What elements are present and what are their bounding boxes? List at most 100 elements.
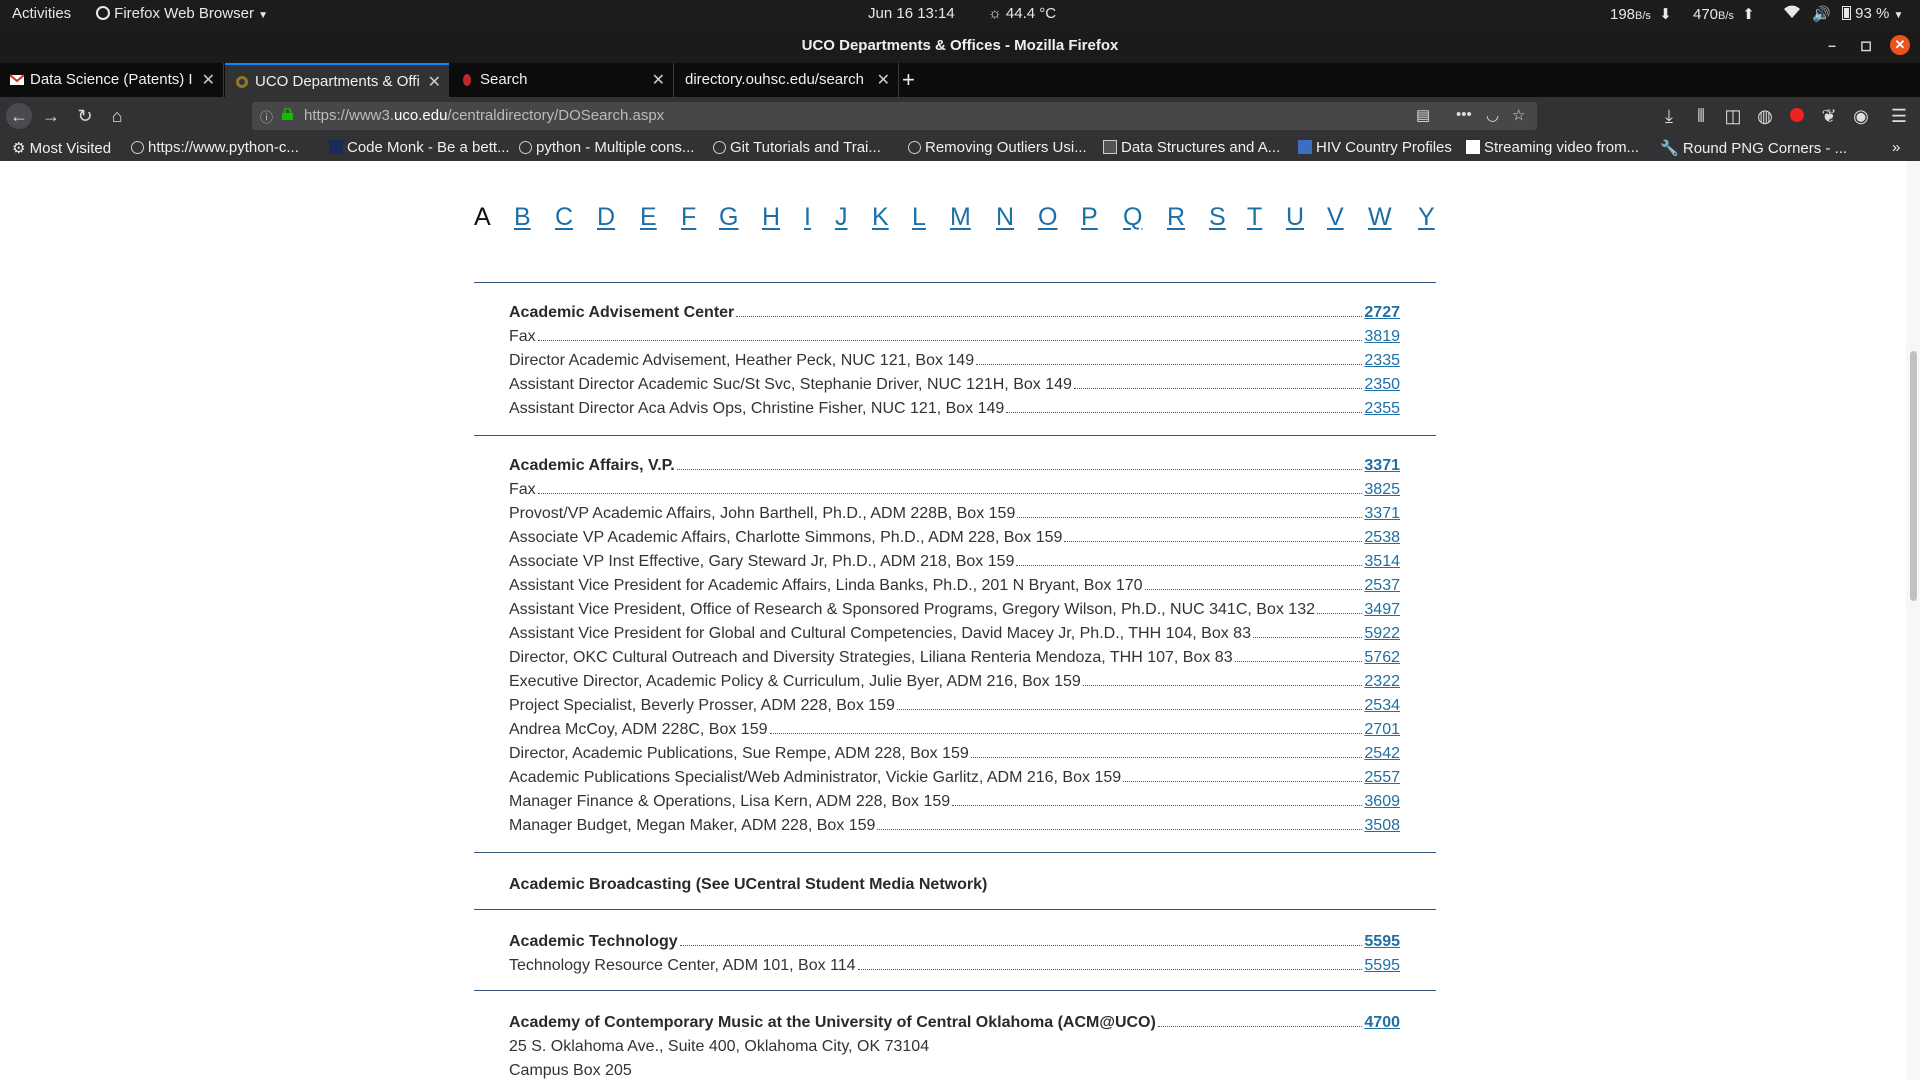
wifi-icon[interactable] xyxy=(1784,5,1800,22)
phone-extension-link[interactable]: 3508 xyxy=(1364,817,1400,835)
alphabet-link-k[interactable]: K xyxy=(872,203,889,232)
bookmark-star-icon[interactable]: ☆ xyxy=(1512,106,1525,124)
temperature-indicator[interactable]: ☼ 44.4 °C xyxy=(988,5,1056,22)
bookmark-item[interactable]: Streaming video from... xyxy=(1466,139,1639,156)
forward-button[interactable]: → xyxy=(38,103,64,129)
alphabet-link-v[interactable]: V xyxy=(1327,203,1344,232)
alphabet-link-y[interactable]: Y xyxy=(1418,203,1435,232)
phone-extension-link[interactable]: 2355 xyxy=(1364,400,1400,418)
alphabet-link-u[interactable]: U xyxy=(1286,203,1304,232)
extension-icon[interactable]: ❦ xyxy=(1816,103,1842,129)
alphabet-link-n[interactable]: N xyxy=(996,203,1014,232)
alphabet-link-g[interactable]: G xyxy=(719,203,738,232)
bookmark-item[interactable]: https://www.python-c... xyxy=(131,139,299,156)
new-tab-button[interactable]: + xyxy=(902,67,915,93)
phone-extension-link[interactable]: 5595 xyxy=(1364,933,1400,951)
close-tab-icon[interactable]: ✕ xyxy=(652,70,665,90)
alphabet-link-b[interactable]: B xyxy=(514,203,531,232)
maximize-button[interactable]: ◻ xyxy=(1856,35,1876,55)
phone-extension-link[interactable]: 5922 xyxy=(1364,625,1400,643)
alphabet-link-j[interactable]: J xyxy=(835,203,848,232)
phone-extension-link[interactable]: 2727 xyxy=(1364,304,1400,322)
more-bookmarks-icon[interactable]: » xyxy=(1892,139,1900,156)
dot-leader xyxy=(877,829,1363,830)
phone-extension-link[interactable]: 5762 xyxy=(1364,649,1400,667)
close-window-button[interactable]: ✕ xyxy=(1890,35,1910,55)
phone-extension-link[interactable]: 2350 xyxy=(1364,376,1400,394)
tab-ouhsc-directory[interactable]: directory.ouhsc.edu/search ✕ xyxy=(675,63,899,97)
globe-icon xyxy=(519,141,532,154)
phone-extension-link[interactable]: 2534 xyxy=(1364,697,1400,715)
globe-extension-icon[interactable]: ◍ xyxy=(1752,103,1778,129)
tab-uco-departments[interactable]: UCO Departments & Offi ✕ xyxy=(225,63,449,97)
phone-extension-link[interactable]: 3497 xyxy=(1364,601,1400,619)
bookmark-item[interactable]: HIV Country Profiles xyxy=(1298,139,1452,156)
bookmark-item[interactable]: Data Structures and A... xyxy=(1103,139,1280,156)
bookmark-item[interactable]: Git Tutorials and Trai... xyxy=(713,139,881,156)
bookmark-item[interactable]: Code Monk - Be a bett... xyxy=(329,139,510,156)
minimize-button[interactable]: – xyxy=(1822,35,1842,55)
library-icon[interactable]: ⫴ xyxy=(1688,103,1714,129)
alphabet-link-c[interactable]: C xyxy=(555,203,573,232)
pocket-icon[interactable]: ◡ xyxy=(1486,106,1499,124)
phone-extension-link[interactable]: 3514 xyxy=(1364,553,1400,571)
alphabet-link-p[interactable]: P xyxy=(1081,203,1098,232)
sidebar-icon[interactable]: ◫ xyxy=(1720,103,1746,129)
bookmark-item[interactable]: 🔧 Round PNG Corners - ... xyxy=(1660,139,1847,157)
close-tab-icon[interactable]: ✕ xyxy=(202,70,215,90)
page-scrollbar[interactable] xyxy=(1906,161,1920,1080)
alphabet-link-h[interactable]: H xyxy=(762,203,780,232)
phone-extension-link[interactable]: 2335 xyxy=(1364,352,1400,370)
phone-extension-link[interactable]: 2538 xyxy=(1364,529,1400,547)
phone-extension-link[interactable]: 2537 xyxy=(1364,577,1400,595)
phone-extension-link[interactable]: 3371 xyxy=(1364,457,1400,475)
phone-extension-link[interactable]: 2322 xyxy=(1364,673,1400,691)
phone-extension-link[interactable]: 3609 xyxy=(1364,793,1400,811)
back-button[interactable]: ← xyxy=(6,103,32,129)
account-icon[interactable]: ◉ xyxy=(1848,103,1874,129)
bookmark-item[interactable]: python - Multiple cons... xyxy=(519,139,694,156)
ublock-extension-icon[interactable] xyxy=(1784,103,1810,129)
alphabet-link-s[interactable]: S xyxy=(1209,203,1226,232)
alphabet-link-q[interactable]: Q xyxy=(1123,203,1142,232)
bookmark-most-visited[interactable]: ⚙ Most Visited xyxy=(12,139,111,157)
bookmark-item[interactable]: Removing Outliers Usi... xyxy=(908,139,1087,156)
alphabet-link-r[interactable]: R xyxy=(1167,203,1185,232)
phone-extension-link[interactable]: 3825 xyxy=(1364,481,1400,499)
info-icon[interactable]: ⓘ xyxy=(260,107,273,126)
close-tab-icon[interactable]: ✕ xyxy=(428,72,441,92)
activities-button[interactable]: Activities xyxy=(12,5,71,22)
entry-name: Director, Academic Publications, Sue Rem… xyxy=(509,745,969,762)
phone-extension-link[interactable]: 3371 xyxy=(1364,505,1400,523)
alphabet-link-e[interactable]: E xyxy=(640,203,657,232)
reader-view-icon[interactable]: ▤ xyxy=(1416,106,1430,124)
phone-extension-link[interactable]: 2542 xyxy=(1364,745,1400,763)
alphabet-link-l[interactable]: L xyxy=(912,203,926,232)
alphabet-link-w[interactable]: W xyxy=(1368,203,1392,232)
app-menu[interactable]: Firefox Web Browser ▼ xyxy=(96,5,268,22)
alphabet-link-t[interactable]: T xyxy=(1247,203,1262,232)
alphabet-link-f[interactable]: F xyxy=(681,203,696,232)
scrollbar-thumb[interactable] xyxy=(1910,351,1917,601)
alphabet-link-o[interactable]: O xyxy=(1038,203,1057,232)
phone-extension-link[interactable]: 5595 xyxy=(1364,957,1400,975)
phone-extension-link[interactable]: 3819 xyxy=(1364,328,1400,346)
page-actions-icon[interactable]: ••• xyxy=(1456,106,1472,123)
phone-extension-link[interactable]: 2701 xyxy=(1364,721,1400,739)
downloads-icon[interactable]: ⤓ xyxy=(1656,103,1682,129)
battery-indicator[interactable]: 93 % ▼ xyxy=(1842,5,1903,22)
alphabet-link-m[interactable]: M xyxy=(950,203,971,232)
hamburger-menu-icon[interactable]: ☰ xyxy=(1886,103,1912,129)
alphabet-link-i[interactable]: I xyxy=(804,203,811,232)
clock[interactable]: Jun 16 13:14 xyxy=(868,5,955,22)
alphabet-link-d[interactable]: D xyxy=(597,203,615,232)
volume-icon[interactable]: 🔊 xyxy=(1812,5,1831,23)
phone-extension-link[interactable]: 2557 xyxy=(1364,769,1400,787)
close-tab-icon[interactable]: ✕ xyxy=(877,70,890,90)
tab-gmail[interactable]: Data Science (Patents) In ✕ xyxy=(0,63,224,97)
reload-button[interactable]: ↻ xyxy=(72,103,98,129)
url-bar[interactable]: ⓘ https://www3.uco.edu/centraldirectory/… xyxy=(252,102,1537,130)
tab-search[interactable]: Search ✕ xyxy=(450,63,674,97)
phone-extension-link[interactable]: 4700 xyxy=(1364,1014,1400,1032)
home-button[interactable]: ⌂ xyxy=(104,103,130,129)
